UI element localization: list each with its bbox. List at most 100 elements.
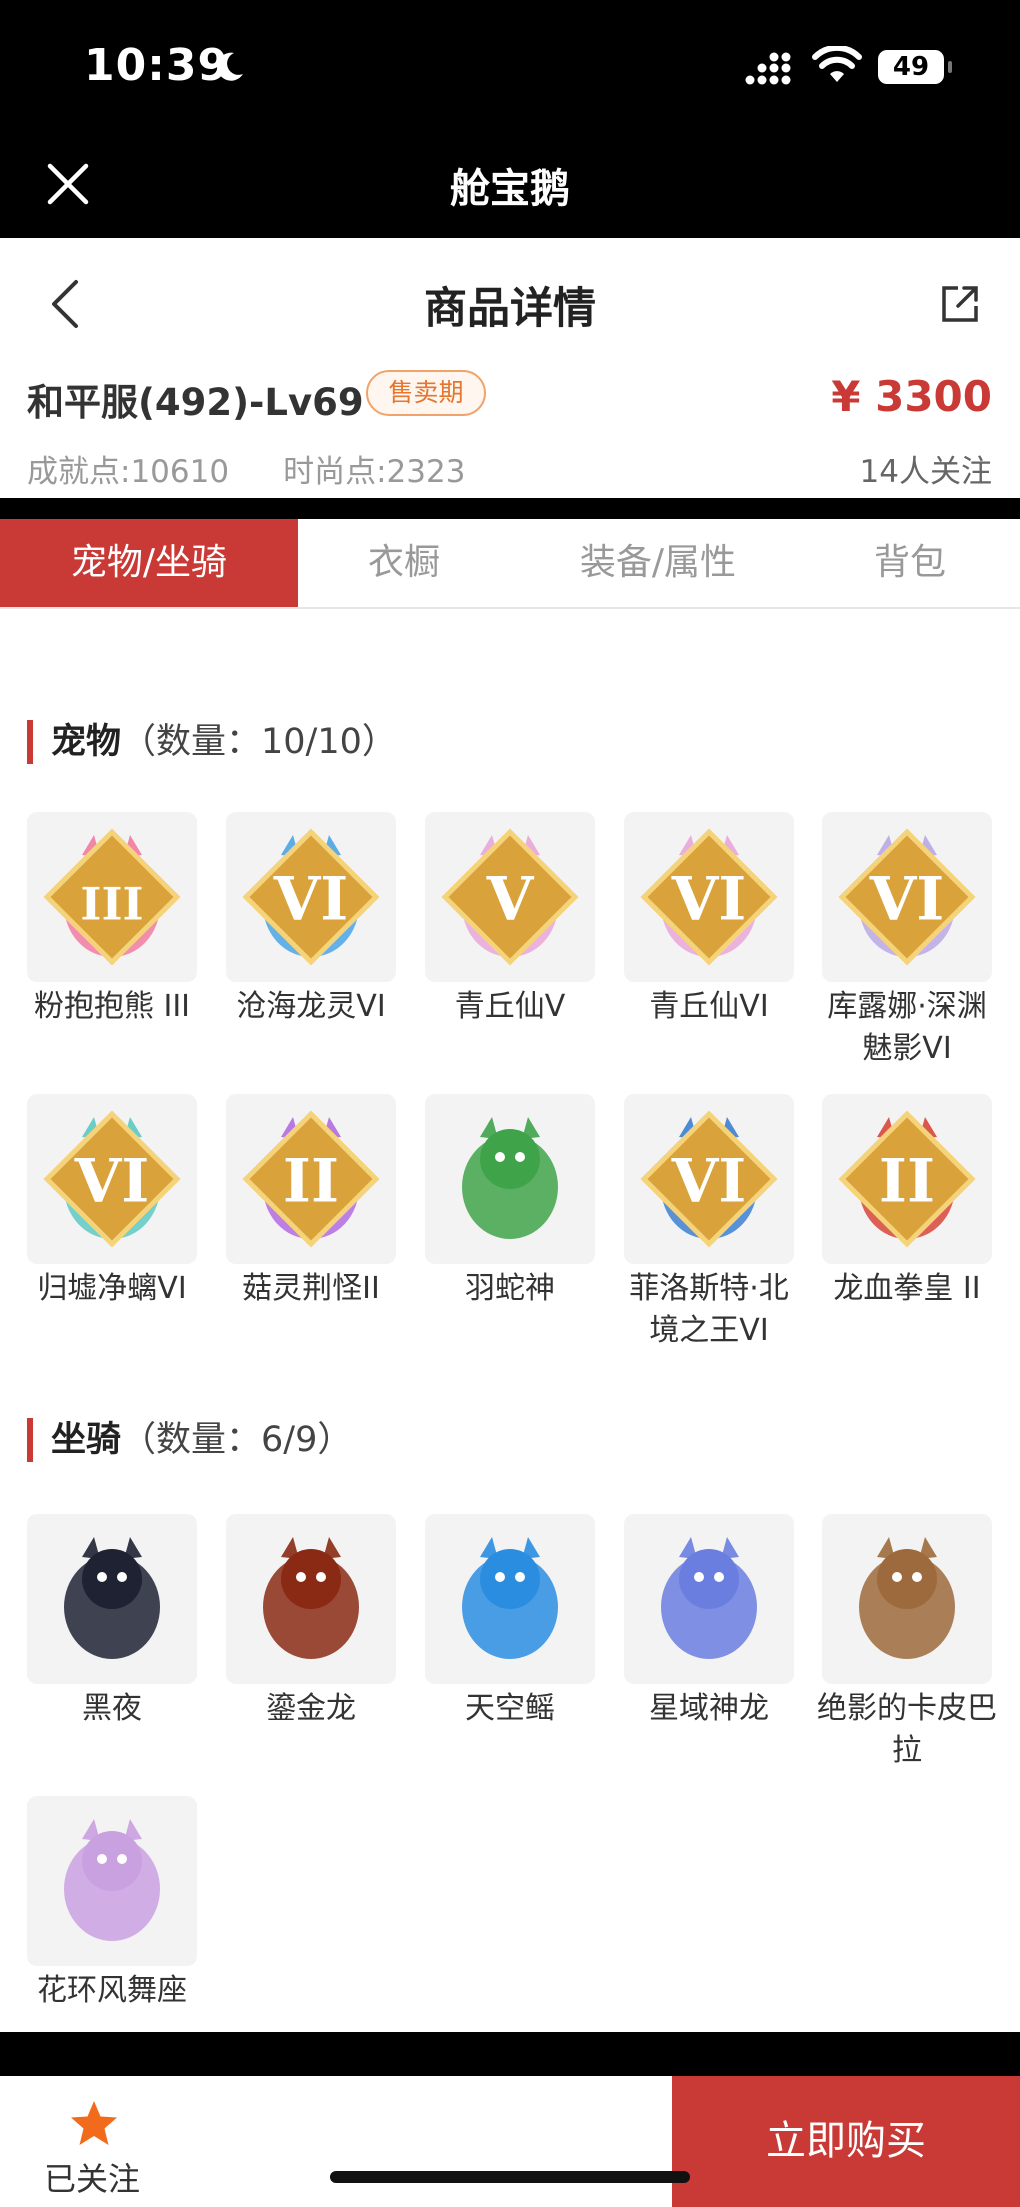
item-name: 库露娜·深渊魅影VI [827, 989, 987, 1066]
list-item[interactable]: 花环风舞座 [27, 1796, 197, 2012]
share-icon[interactable] [940, 284, 980, 324]
buy-now-button[interactable]: 立即购买 [672, 2076, 1020, 2207]
follower-count: 14人关注 [859, 454, 992, 490]
grade-badge-icon: II [242, 1110, 380, 1248]
item-name: 鎏金龙 [266, 1691, 356, 1726]
signal-icon [745, 52, 791, 85]
flower-wreath-icon [64, 1819, 160, 1941]
product-info: 和平服(492)-Lv69 售卖期 成就点:10610 时尚点:2323 ¥ 33… [0, 360, 1020, 490]
mounts-count: （数量：6/9） [121, 1420, 353, 1460]
list-item[interactable]: 天空鳐 [425, 1514, 595, 1730]
grade-badge-icon: VI [43, 1110, 181, 1248]
list-item[interactable]: III 粉抱抱熊 III [27, 812, 197, 1028]
pets-count: （数量：10/10） [121, 722, 397, 762]
grade-label: VI [74, 1147, 150, 1217]
star-icon[interactable] [68, 2098, 120, 2150]
page-content: 商品详情 和平服(492)-Lv69 售卖期 成就点:10610 时尚点:2323… [0, 238, 1020, 2032]
item-thumbnail[interactable] [822, 1514, 992, 1684]
sky-ray-icon [462, 1537, 558, 1659]
item-thumbnail[interactable]: II [822, 1094, 992, 1264]
grade-label: II [879, 1147, 935, 1217]
price: ¥ 3300 [831, 372, 992, 421]
grade-label: V [486, 865, 535, 935]
grade-badge-icon: VI [640, 828, 778, 966]
tab-wardrobe[interactable]: 衣橱 [298, 519, 510, 607]
fashion-value: 2323 [386, 454, 466, 490]
followed-label[interactable]: 已关注 [44, 2154, 140, 2200]
item-thumbnail[interactable] [27, 1514, 197, 1684]
item-thumbnail[interactable]: V [425, 812, 595, 982]
item-name: 花环风舞座 [37, 1973, 187, 2008]
grade-label: VI [869, 865, 945, 935]
night-fury-icon [64, 1537, 160, 1659]
item-thumbnail[interactable]: II [226, 1094, 396, 1264]
list-item[interactable]: II 龙血拳皇 II [822, 1094, 992, 1310]
grade-label: III [80, 878, 143, 931]
pets-title: 宠物 [51, 722, 122, 762]
product-stats: 成就点:10610 时尚点:2323 [27, 446, 465, 491]
section-divider [0, 498, 1020, 519]
achievement-value: 10610 [130, 454, 230, 490]
grade-badge-icon: II [838, 1110, 976, 1248]
pets-section-title: 宠物（数量：10/10） [27, 720, 397, 764]
item-name: 归墟净螭VI [37, 1271, 187, 1306]
item-thumbnail[interactable]: III [27, 812, 197, 982]
item-thumbnail[interactable] [425, 1094, 595, 1264]
wifi-icon [812, 46, 862, 82]
list-item[interactable]: VI 库露娜·深渊魅影VI [822, 812, 992, 1070]
list-item[interactable]: VI 归墟净螭VI [27, 1094, 197, 1310]
fashion-label: 时尚点: [283, 454, 387, 490]
moon-icon [217, 52, 243, 81]
item-name: 沧海龙灵VI [236, 989, 386, 1024]
sale-status-badge: 售卖期 [366, 370, 486, 416]
grade-label: VI [671, 1147, 747, 1217]
item-name: 龙血拳皇 II [833, 1271, 981, 1306]
list-item[interactable]: 羽蛇神 [425, 1094, 595, 1310]
list-item[interactable]: VI 菲洛斯特·北境之王VI [624, 1094, 794, 1352]
item-name: 天空鳐 [465, 1691, 555, 1726]
grade-label: VI [671, 865, 747, 935]
mounts-section-title: 坐骑（数量：6/9） [27, 1418, 352, 1462]
item-thumbnail[interactable] [226, 1514, 396, 1684]
item-thumbnail[interactable]: VI [822, 812, 992, 982]
item-thumbnail[interactable]: VI [27, 1094, 197, 1264]
tab-equipment-attributes[interactable]: 装备/属性 [540, 519, 776, 607]
grade-badge-icon: VI [640, 1110, 778, 1248]
app-title: 舱宝鹅 [450, 166, 570, 212]
bottom-action-bar: 已关注 立即购买 [0, 2076, 1020, 2207]
list-item[interactable]: 绝影的卡皮巴拉 [817, 1514, 997, 1772]
grade-label: II [283, 1147, 339, 1217]
battery-indicator: 49 [878, 50, 952, 84]
item-thumbnail[interactable] [624, 1514, 794, 1684]
item-name: 羽蛇神 [465, 1271, 555, 1306]
home-indicator [330, 2171, 690, 2183]
list-item[interactable]: VI 沧海龙灵VI [226, 812, 396, 1028]
star-dragon-icon [661, 1537, 757, 1659]
item-name: 菲洛斯特·北境之王VI [629, 1271, 789, 1348]
grade-badge-icon: VI [838, 828, 976, 966]
item-name: 青丘仙V [454, 989, 566, 1024]
product-name: 和平服(492)-Lv69 [27, 381, 364, 424]
nav-bar: 商品详情 [0, 238, 1020, 366]
list-item[interactable]: 星域神龙 [624, 1514, 794, 1730]
item-thumbnail[interactable]: VI [226, 812, 396, 982]
tab-pets-mounts[interactable]: 宠物/坐骑 [0, 519, 298, 607]
item-name: 黑夜 [82, 1691, 142, 1726]
list-item[interactable]: 黑夜 [27, 1514, 197, 1730]
gilded-dragon-icon [263, 1537, 359, 1659]
list-item[interactable]: V 青丘仙V [425, 812, 595, 1028]
item-thumbnail[interactable]: VI [624, 1094, 794, 1264]
capybara-icon [859, 1537, 955, 1659]
item-thumbnail[interactable]: VI [624, 812, 794, 982]
item-thumbnail[interactable] [27, 1796, 197, 1966]
item-name: 绝影的卡皮巴拉 [817, 1691, 997, 1768]
feathered-serpent-icon [462, 1117, 558, 1239]
list-item[interactable]: 鎏金龙 [226, 1514, 396, 1730]
list-item[interactable]: II 菇灵荆怪II [226, 1094, 396, 1310]
list-item[interactable]: VI 青丘仙VI [624, 812, 794, 1028]
tab-backpack[interactable]: 背包 [830, 519, 990, 607]
item-name: 菇灵荆怪II [242, 1271, 380, 1306]
status-time: 10:39 [84, 40, 230, 91]
item-name: 粉抱抱熊 III [33, 989, 191, 1024]
item-thumbnail[interactable] [425, 1514, 595, 1684]
